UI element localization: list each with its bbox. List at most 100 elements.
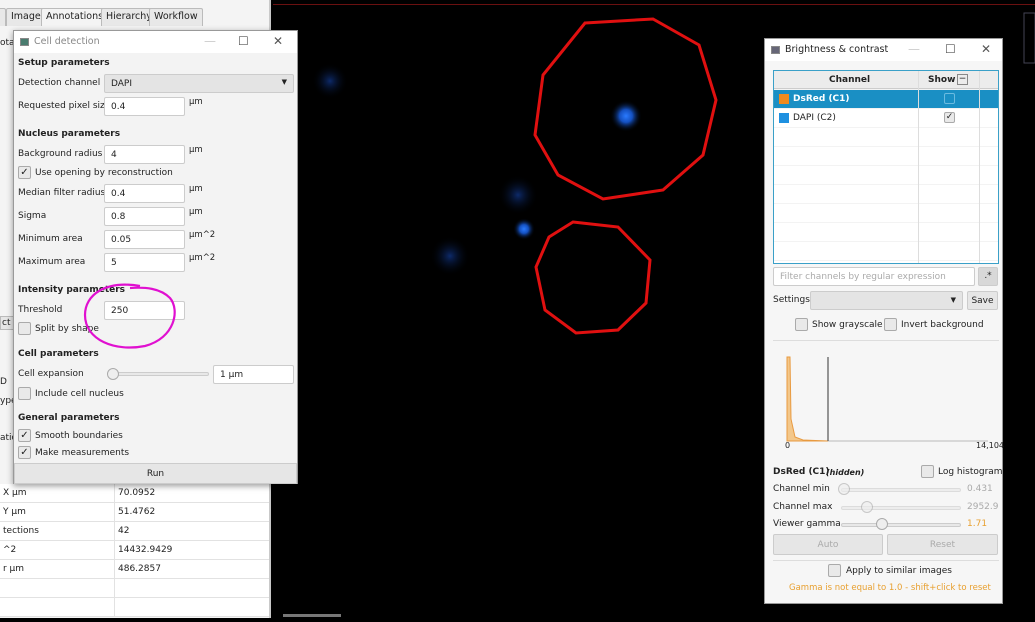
table-row[interactable]: X µm70.0952 xyxy=(0,484,269,503)
table-row[interactable]: ^214432.9429 xyxy=(0,541,269,560)
tab-image[interactable]: Image xyxy=(6,8,46,26)
table-row[interactable] xyxy=(0,598,269,617)
divider xyxy=(773,560,999,561)
overview-thumbnail[interactable] xyxy=(1024,13,1035,63)
background-radius-input[interactable]: 4 xyxy=(104,145,185,164)
row-value: 70.0952 xyxy=(118,488,155,498)
title-bar: Cell detection — ☐ ✕ xyxy=(14,31,297,53)
label: Show grayscale xyxy=(812,320,883,330)
section-header: Setup parameters xyxy=(18,58,110,68)
channel-filter-input[interactable]: Filter channels by regular expression xyxy=(773,267,975,286)
split-checkbox[interactable] xyxy=(18,322,31,335)
table-row[interactable]: Y µm51.4762 xyxy=(0,503,269,522)
column-divider xyxy=(918,71,919,263)
min-area-input[interactable]: 0.05 xyxy=(104,230,185,249)
magenta-annotation xyxy=(75,280,185,355)
show-checkbox[interactable] xyxy=(944,93,955,104)
label: Channel max xyxy=(773,502,832,512)
label: Viewer gamma xyxy=(773,519,841,529)
channel-min-slider[interactable] xyxy=(841,488,961,492)
column-show[interactable]: Show xyxy=(928,75,955,85)
label: Smooth boundaries xyxy=(35,431,123,441)
unit: µm xyxy=(189,207,203,217)
dialog-title: Cell detection xyxy=(34,36,100,47)
table-row[interactable] xyxy=(0,579,269,598)
sigma-input[interactable]: 0.8 xyxy=(104,207,185,226)
row-value: 486.2857 xyxy=(118,564,161,574)
maximize-icon[interactable]: ☐ xyxy=(238,34,249,48)
tab-annotations[interactable]: Annotations xyxy=(41,8,108,26)
channel-row-dsred[interactable]: DsRed (C1) xyxy=(774,90,998,108)
label: Use opening by reconstruction xyxy=(35,168,173,178)
reset-button[interactable]: Reset xyxy=(887,534,998,555)
gamma-warning[interactable]: Gamma is not equal to 1.0 - shift+click … xyxy=(789,583,991,593)
label: Median filter radius xyxy=(18,188,105,198)
slider-knob[interactable] xyxy=(861,501,873,513)
label: Threshold xyxy=(18,305,62,315)
app-icon xyxy=(20,38,29,46)
save-button[interactable]: Save xyxy=(967,291,998,310)
row-value: 14432.9429 xyxy=(118,545,172,555)
dialog-title: Brightness & contrast xyxy=(785,44,888,55)
histogram-max-label: 14,104 xyxy=(976,441,1004,450)
slider-knob[interactable] xyxy=(107,368,119,380)
column-divider xyxy=(979,71,980,263)
tab-workflow[interactable]: Workflow xyxy=(149,8,203,26)
minimize-icon[interactable]: — xyxy=(204,34,216,48)
pixel-size-input[interactable]: 0.4 xyxy=(104,97,185,116)
table-row[interactable]: r µm 486.2857 xyxy=(0,560,269,579)
red-annotation-circle[interactable] xyxy=(536,222,650,333)
section-header: Nucleus parameters xyxy=(18,129,120,139)
apply-similar-checkbox[interactable] xyxy=(828,564,841,577)
maximize-icon[interactable]: ☐ xyxy=(945,42,956,56)
include-nucleus-checkbox[interactable] xyxy=(18,387,31,400)
cell-expansion-slider[interactable] xyxy=(110,372,209,376)
title-bar: Brightness & contrast — ☐ ✕ xyxy=(765,39,1002,61)
histogram-min-label: 0 xyxy=(785,441,790,450)
gamma-slider[interactable] xyxy=(841,523,961,527)
slider-knob[interactable] xyxy=(876,518,888,530)
close-icon[interactable]: ✕ xyxy=(981,42,991,56)
label: Make measurements xyxy=(35,448,129,458)
median-radius-input[interactable]: 0.4 xyxy=(104,184,185,203)
label: Settings xyxy=(773,295,810,305)
grayscale-checkbox[interactable] xyxy=(795,318,808,331)
chevron-down-icon: ▼ xyxy=(282,78,287,86)
nucleus-spot xyxy=(430,236,470,276)
opening-checkbox[interactable]: ✓ xyxy=(18,166,31,179)
table-row[interactable]: tections42 xyxy=(0,522,269,541)
column-channel[interactable]: Channel xyxy=(829,75,870,85)
channel-max-slider[interactable] xyxy=(841,506,961,510)
select-value: DAPI xyxy=(111,79,132,89)
channel-name: DAPI (C2) xyxy=(793,113,836,123)
minimize-icon[interactable]: — xyxy=(908,42,920,56)
brightness-contrast-dialog: Brightness & contrast — ☐ ✕ Channel Show… xyxy=(764,38,1003,604)
show-checkbox[interactable]: ✓ xyxy=(944,112,955,123)
cell-expansion-input[interactable]: 1 µm xyxy=(213,365,294,384)
invert-checkbox[interactable] xyxy=(884,318,897,331)
slider-knob[interactable] xyxy=(838,483,850,495)
unit: µm^2 xyxy=(189,230,215,240)
app-icon xyxy=(771,46,780,54)
close-icon[interactable]: ✕ xyxy=(273,34,283,48)
auto-button[interactable]: Auto xyxy=(773,534,883,555)
detection-channel-select[interactable]: DAPI ▼ xyxy=(104,74,294,93)
log-histogram-checkbox[interactable] xyxy=(921,465,934,478)
channel-color-swatch xyxy=(779,113,789,123)
label: Include cell nucleus xyxy=(35,389,124,399)
channel-row-dapi[interactable]: DAPI (C2) ✓ xyxy=(774,109,998,127)
nucleus-spot xyxy=(610,100,642,132)
settings-select[interactable]: ▼ xyxy=(810,291,963,310)
max-area-input[interactable]: 5 xyxy=(104,253,185,272)
hidden-badge: (hidden) xyxy=(826,468,864,477)
measurements-checkbox[interactable]: ✓ xyxy=(18,446,31,459)
toggle-all-icon[interactable]: − xyxy=(957,74,968,85)
label: Sigma xyxy=(18,211,46,221)
smooth-checkbox[interactable]: ✓ xyxy=(18,429,31,442)
row-key: r µm xyxy=(3,564,24,574)
scrollbar[interactable] xyxy=(283,614,341,617)
regex-toggle-button[interactable]: .* xyxy=(978,267,998,286)
label: Maximum area xyxy=(18,257,85,267)
channel-color-swatch xyxy=(779,94,789,104)
run-button[interactable]: Run xyxy=(14,463,297,484)
